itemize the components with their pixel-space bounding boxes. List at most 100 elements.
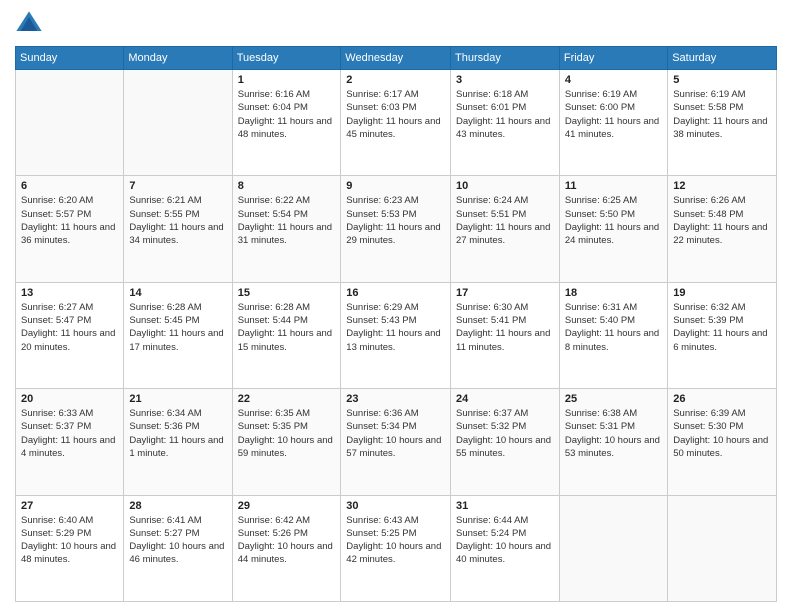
day-info: Sunrise: 6:19 AMSunset: 6:00 PMDaylight:… xyxy=(565,88,662,141)
calendar-cell: 4 Sunrise: 6:19 AMSunset: 6:00 PMDaylight… xyxy=(559,70,667,176)
day-info: Sunrise: 6:16 AMSunset: 6:04 PMDaylight:… xyxy=(238,88,336,141)
day-number: 9 xyxy=(346,180,445,192)
calendar-table: SundayMondayTuesdayWednesdayThursdayFrid… xyxy=(15,46,777,602)
calendar-cell xyxy=(559,495,667,601)
day-number: 23 xyxy=(346,393,445,405)
day-number: 7 xyxy=(129,180,226,192)
calendar-week-row: 1 Sunrise: 6:16 AMSunset: 6:04 PMDaylight… xyxy=(16,70,777,176)
day-info: Sunrise: 6:17 AMSunset: 6:03 PMDaylight:… xyxy=(346,88,445,141)
calendar-cell: 14 Sunrise: 6:28 AMSunset: 5:45 PMDayligh… xyxy=(124,282,232,388)
calendar-week-row: 6 Sunrise: 6:20 AMSunset: 5:57 PMDaylight… xyxy=(16,176,777,282)
day-info: Sunrise: 6:28 AMSunset: 5:44 PMDaylight:… xyxy=(238,301,336,354)
calendar-cell: 5Sunrise: 6:19 AMSunset: 5:58 PMDaylight… xyxy=(668,70,777,176)
day-info: Sunrise: 6:40 AMSunset: 5:29 PMDaylight:… xyxy=(21,514,118,567)
logo-icon xyxy=(15,10,43,38)
day-info: Sunrise: 6:21 AMSunset: 5:55 PMDaylight:… xyxy=(129,194,226,247)
day-number: 16 xyxy=(346,287,445,299)
day-number: 22 xyxy=(238,393,336,405)
day-number: 1 xyxy=(238,74,336,86)
day-number: 27 xyxy=(21,500,118,512)
day-number: 29 xyxy=(238,500,336,512)
day-number: 14 xyxy=(129,287,226,299)
day-info: Sunrise: 6:24 AMSunset: 5:51 PMDaylight:… xyxy=(456,194,554,247)
day-info: Sunrise: 6:18 AMSunset: 6:01 PMDaylight:… xyxy=(456,88,554,141)
day-info: Sunrise: 6:29 AMSunset: 5:43 PMDaylight:… xyxy=(346,301,445,354)
calendar-cell: 3 Sunrise: 6:18 AMSunset: 6:01 PMDaylight… xyxy=(451,70,560,176)
calendar-cell: 30 Sunrise: 6:43 AMSunset: 5:25 PMDayligh… xyxy=(341,495,451,601)
page: SundayMondayTuesdayWednesdayThursdayFrid… xyxy=(0,0,792,612)
day-number: 26 xyxy=(673,393,771,405)
day-number: 30 xyxy=(346,500,445,512)
day-number: 10 xyxy=(456,180,554,192)
day-info: Sunrise: 6:36 AMSunset: 5:34 PMDaylight:… xyxy=(346,407,445,460)
calendar-cell xyxy=(124,70,232,176)
calendar-week-row: 20 Sunrise: 6:33 AMSunset: 5:37 PMDayligh… xyxy=(16,389,777,495)
day-number: 19 xyxy=(673,287,771,299)
day-info: Sunrise: 6:33 AMSunset: 5:37 PMDaylight:… xyxy=(21,407,118,460)
day-info: Sunrise: 6:28 AMSunset: 5:45 PMDaylight:… xyxy=(129,301,226,354)
day-info: Sunrise: 6:35 AMSunset: 5:35 PMDaylight:… xyxy=(238,407,336,460)
day-number: 2 xyxy=(346,74,445,86)
calendar-cell: 10 Sunrise: 6:24 AMSunset: 5:51 PMDayligh… xyxy=(451,176,560,282)
calendar-weekday: Monday xyxy=(124,47,232,70)
day-number: 15 xyxy=(238,287,336,299)
calendar-cell: 8Sunrise: 6:22 AMSunset: 5:54 PMDaylight… xyxy=(232,176,341,282)
day-info: Sunrise: 6:41 AMSunset: 5:27 PMDaylight:… xyxy=(129,514,226,567)
calendar-cell: 27 Sunrise: 6:40 AMSunset: 5:29 PMDayligh… xyxy=(16,495,124,601)
day-number: 13 xyxy=(21,287,118,299)
calendar-cell: 20 Sunrise: 6:33 AMSunset: 5:37 PMDayligh… xyxy=(16,389,124,495)
day-info: Sunrise: 6:27 AMSunset: 5:47 PMDaylight:… xyxy=(21,301,118,354)
day-number: 17 xyxy=(456,287,554,299)
day-info: Sunrise: 6:20 AMSunset: 5:57 PMDaylight:… xyxy=(21,194,118,247)
calendar-cell: 26 Sunrise: 6:39 AMSunset: 5:30 PMDayligh… xyxy=(668,389,777,495)
day-number: 25 xyxy=(565,393,662,405)
day-number: 20 xyxy=(21,393,118,405)
calendar-week-row: 27 Sunrise: 6:40 AMSunset: 5:29 PMDayligh… xyxy=(16,495,777,601)
day-number: 18 xyxy=(565,287,662,299)
calendar-weekday: Saturday xyxy=(668,47,777,70)
calendar-cell: 17Sunrise: 6:30 AMSunset: 5:41 PMDayligh… xyxy=(451,282,560,388)
day-number: 21 xyxy=(129,393,226,405)
day-info: Sunrise: 6:44 AMSunset: 5:24 PMDaylight:… xyxy=(456,514,554,567)
day-info: Sunrise: 6:38 AMSunset: 5:31 PMDaylight:… xyxy=(565,407,662,460)
calendar-cell: 13 Sunrise: 6:27 AMSunset: 5:47 PMDayligh… xyxy=(16,282,124,388)
day-number: 11 xyxy=(565,180,662,192)
day-number: 4 xyxy=(565,74,662,86)
day-info: Sunrise: 6:43 AMSunset: 5:25 PMDaylight:… xyxy=(346,514,445,567)
day-info: Sunrise: 6:19 AMSunset: 5:58 PMDaylight:… xyxy=(673,88,771,141)
calendar-week-row: 13 Sunrise: 6:27 AMSunset: 5:47 PMDayligh… xyxy=(16,282,777,388)
day-info: Sunrise: 6:34 AMSunset: 5:36 PMDaylight:… xyxy=(129,407,226,460)
calendar-cell: 7 Sunrise: 6:21 AMSunset: 5:55 PMDaylight… xyxy=(124,176,232,282)
calendar-cell: 1 Sunrise: 6:16 AMSunset: 6:04 PMDaylight… xyxy=(232,70,341,176)
day-number: 24 xyxy=(456,393,554,405)
calendar-cell: 23 Sunrise: 6:36 AMSunset: 5:34 PMDayligh… xyxy=(341,389,451,495)
calendar-cell: 18Sunrise: 6:31 AMSunset: 5:40 PMDayligh… xyxy=(559,282,667,388)
calendar-cell: 28 Sunrise: 6:41 AMSunset: 5:27 PMDayligh… xyxy=(124,495,232,601)
calendar-cell xyxy=(16,70,124,176)
calendar-cell: 9Sunrise: 6:23 AMSunset: 5:53 PMDaylight… xyxy=(341,176,451,282)
day-number: 31 xyxy=(456,500,554,512)
calendar-cell xyxy=(668,495,777,601)
calendar-cell: 16 Sunrise: 6:29 AMSunset: 5:43 PMDayligh… xyxy=(341,282,451,388)
calendar-cell: 31 Sunrise: 6:44 AMSunset: 5:24 PMDayligh… xyxy=(451,495,560,601)
header xyxy=(15,10,777,38)
calendar-cell: 19Sunrise: 6:32 AMSunset: 5:39 PMDayligh… xyxy=(668,282,777,388)
day-number: 3 xyxy=(456,74,554,86)
calendar-cell: 2 Sunrise: 6:17 AMSunset: 6:03 PMDaylight… xyxy=(341,70,451,176)
calendar-cell: 21 Sunrise: 6:34 AMSunset: 5:36 PMDayligh… xyxy=(124,389,232,495)
day-info: Sunrise: 6:25 AMSunset: 5:50 PMDaylight:… xyxy=(565,194,662,247)
calendar-cell: 11 Sunrise: 6:25 AMSunset: 5:50 PMDayligh… xyxy=(559,176,667,282)
day-number: 6 xyxy=(21,180,118,192)
day-number: 28 xyxy=(129,500,226,512)
calendar-cell: 12Sunrise: 6:26 AMSunset: 5:48 PMDayligh… xyxy=(668,176,777,282)
day-info: Sunrise: 6:42 AMSunset: 5:26 PMDaylight:… xyxy=(238,514,336,567)
calendar-cell: 24 Sunrise: 6:37 AMSunset: 5:32 PMDayligh… xyxy=(451,389,560,495)
calendar-cell: 22 Sunrise: 6:35 AMSunset: 5:35 PMDayligh… xyxy=(232,389,341,495)
calendar-weekday: Sunday xyxy=(16,47,124,70)
calendar-cell: 29 Sunrise: 6:42 AMSunset: 5:26 PMDayligh… xyxy=(232,495,341,601)
day-info: Sunrise: 6:37 AMSunset: 5:32 PMDaylight:… xyxy=(456,407,554,460)
day-info: Sunrise: 6:26 AMSunset: 5:48 PMDaylight:… xyxy=(673,194,771,247)
calendar-header-row: SundayMondayTuesdayWednesdayThursdayFrid… xyxy=(16,47,777,70)
day-info: Sunrise: 6:39 AMSunset: 5:30 PMDaylight:… xyxy=(673,407,771,460)
calendar-cell: 15 Sunrise: 6:28 AMSunset: 5:44 PMDayligh… xyxy=(232,282,341,388)
